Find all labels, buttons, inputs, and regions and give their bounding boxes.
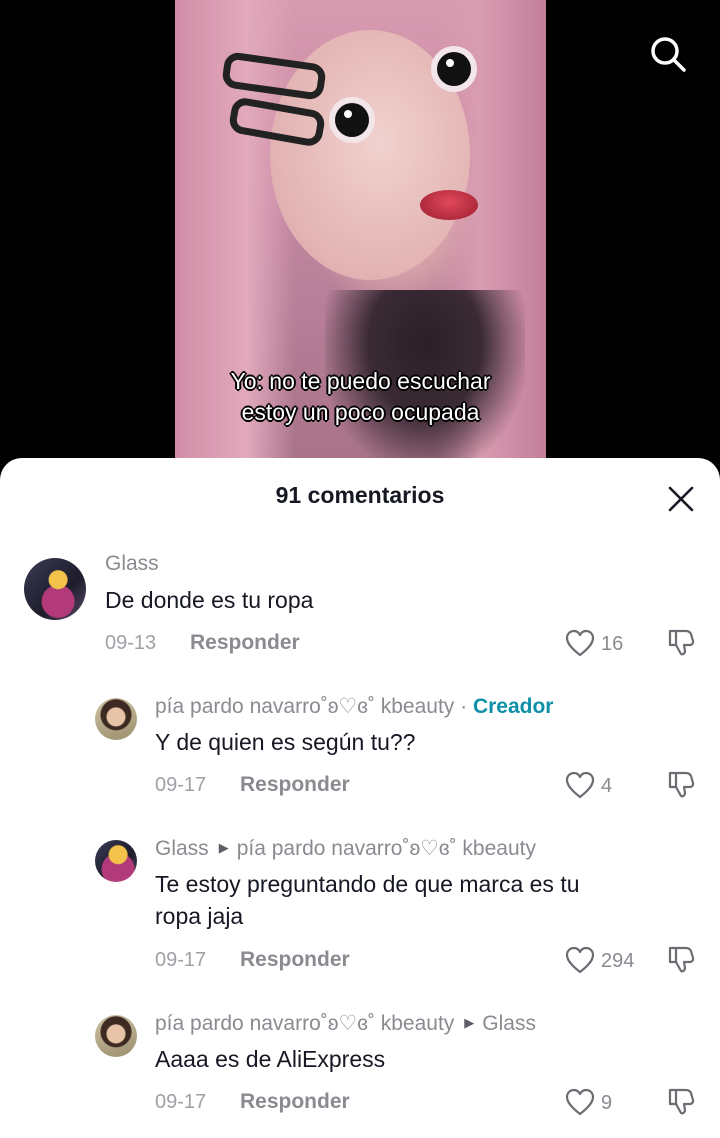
caption-line: Yo: no te puedo escuchar	[230, 368, 491, 394]
thumbs-down-icon	[668, 771, 695, 798]
comments-count-title: 91 comentarios	[275, 482, 445, 508]
comment-username[interactable]: Glass ▶ pía pardo navarro˚ʚ♡ɞ˚ kbeauty	[155, 836, 536, 861]
video-lips	[420, 190, 478, 220]
username-text: Glass	[155, 837, 209, 860]
video-eye	[437, 52, 471, 86]
avatar[interactable]	[24, 558, 86, 620]
thumbs-down-icon	[668, 629, 695, 656]
heart-icon	[565, 1088, 595, 1116]
like-button[interactable]	[565, 1088, 595, 1116]
dislike-button[interactable]	[666, 769, 696, 799]
reply-to-username: Glass	[482, 1012, 536, 1035]
video-eye	[335, 103, 369, 137]
dislike-button[interactable]	[666, 1086, 696, 1116]
avatar[interactable]	[95, 840, 137, 882]
reply-arrow-icon: ▶	[464, 1015, 475, 1030]
dislike-button[interactable]	[666, 627, 696, 657]
comments-sheet: 91 comentarios Glass De donde es tu ropa…	[0, 458, 720, 1138]
username-text: pía pardo navarro˚ʚ♡ɞ˚ kbeauty	[155, 695, 455, 718]
comment-date: 09-17	[155, 949, 207, 971]
comment-item: pía pardo navarro˚ʚ♡ɞ˚ kbeauty ▶ Glass Aaa…	[0, 1009, 720, 1129]
reply-button[interactable]: Responder	[240, 948, 350, 972]
like-count: 294	[601, 950, 635, 972]
creator-badge: Creador	[472, 695, 554, 718]
search-icon	[651, 37, 686, 72]
like-count: 9	[601, 1092, 613, 1114]
reply-button[interactable]: Responder	[190, 631, 300, 655]
comment-text: Aaaa es de AliExpress	[155, 1046, 386, 1072]
comment-text: Y de quien es según tu??	[155, 729, 416, 755]
comment-item: Glass De donde es tu ropa 09-13 Responde…	[0, 550, 720, 670]
reply-arrow-icon: ▶	[218, 840, 229, 855]
close-icon	[668, 486, 694, 512]
comment-text: De donde es tu ropa	[105, 587, 314, 613]
username-text: pía pardo navarro˚ʚ♡ɞ˚ kbeauty	[155, 1012, 455, 1035]
like-count: 16	[601, 633, 624, 655]
comment-date: 09-17	[155, 774, 207, 796]
thumbs-down-icon	[668, 1088, 695, 1115]
comment-date: 09-13	[105, 632, 157, 654]
search-button[interactable]	[648, 34, 688, 74]
heart-icon	[565, 629, 595, 657]
thumbs-down-icon	[668, 946, 695, 973]
comment-username[interactable]: Glass	[105, 552, 159, 576]
like-button[interactable]	[565, 771, 595, 799]
comment-username[interactable]: pía pardo navarro˚ʚ♡ɞ˚ kbeauty ▶ Glass	[155, 1011, 536, 1036]
comment-item: pía pardo navarro˚ʚ♡ɞ˚ kbeauty · Creador…	[0, 692, 720, 812]
comment-text: Te estoy preguntando de que marca es tu …	[155, 868, 580, 932]
avatar[interactable]	[95, 698, 137, 740]
heart-icon	[565, 771, 595, 799]
reply-button[interactable]: Responder	[240, 773, 350, 797]
caption-line: estoy un poco ocupada	[241, 399, 480, 425]
video-frame[interactable]: Yo: no te puedo escuchar estoy un poco o…	[175, 0, 546, 470]
video-player[interactable]: Yo: no te puedo escuchar estoy un poco o…	[0, 0, 720, 470]
reply-to-username: pía pardo navarro˚ʚ♡ɞ˚ kbeauty	[236, 837, 536, 860]
like-button[interactable]	[565, 629, 595, 657]
dislike-button[interactable]	[666, 944, 696, 974]
avatar[interactable]	[95, 1015, 137, 1057]
comment-text-line: ropa jaja	[155, 903, 244, 929]
comment-date: 09-17	[155, 1091, 207, 1113]
like-count: 4	[601, 775, 613, 797]
close-button[interactable]	[667, 485, 695, 513]
reply-button[interactable]: Responder	[240, 1090, 350, 1114]
comment-username[interactable]: pía pardo navarro˚ʚ♡ɞ˚ kbeauty · Creador	[155, 694, 553, 719]
video-caption: Yo: no te puedo escuchar estoy un poco o…	[175, 366, 546, 428]
like-button[interactable]	[565, 946, 595, 974]
separator: ·	[454, 695, 473, 718]
comment-item: Glass ▶ pía pardo navarro˚ʚ♡ɞ˚ kbeauty Te …	[0, 834, 720, 984]
comment-text-line: Te estoy preguntando de que marca es tu	[155, 871, 580, 897]
heart-icon	[565, 946, 595, 974]
